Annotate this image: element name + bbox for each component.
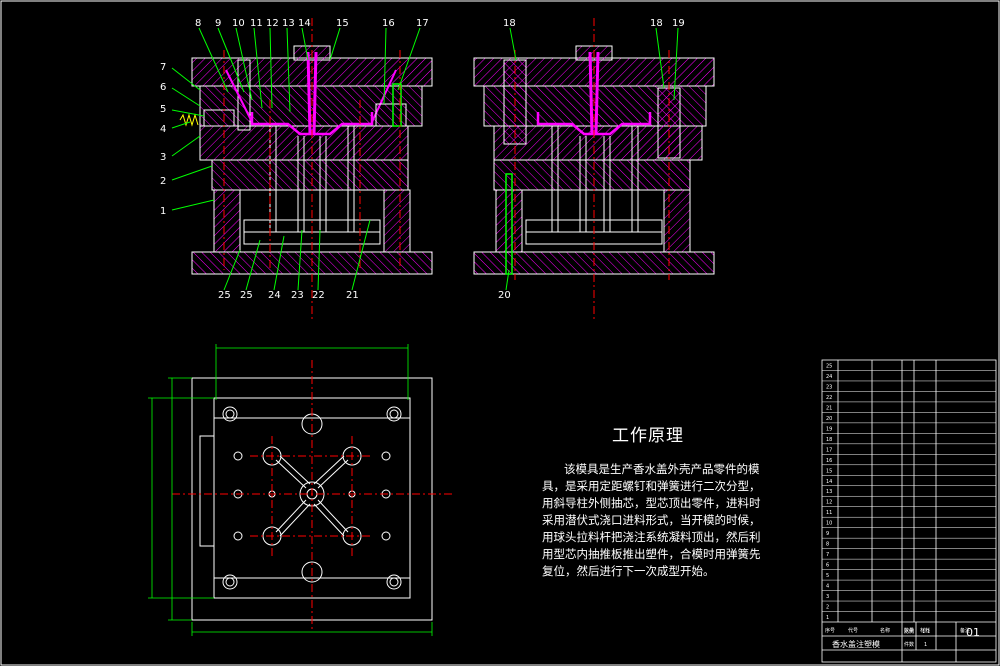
bom-row-number: 5 — [826, 573, 829, 579]
scale-value: 1:1 — [922, 629, 930, 635]
bom-row-number: 25 — [826, 363, 832, 369]
part-number: 7 — [160, 62, 166, 73]
bom-row-number: 10 — [826, 521, 832, 527]
bom-header-code: 代号 — [848, 627, 858, 634]
part-number: 1 — [160, 206, 166, 217]
scale-label: 比例 — [904, 628, 914, 635]
bom-labels: 序号 代号 名称 数量 材料 备注 香水盖注塑模 比例 1:1 件数 1 01 — [825, 626, 980, 649]
bom-row-number: 18 — [826, 437, 832, 443]
bom-row-number: 16 — [826, 458, 832, 464]
bom-row-number: 13 — [826, 489, 832, 495]
part-number: 16 — [382, 18, 395, 29]
sheet-label: 件数 — [904, 641, 914, 648]
part-number: 5 — [160, 104, 166, 115]
part-number: 2 — [160, 176, 166, 187]
sheet-value: 1 — [924, 642, 927, 648]
bom-row-number: 24 — [826, 374, 832, 380]
bom-row-number: 23 — [826, 384, 832, 390]
part-number: 9 — [215, 18, 221, 29]
part-number: 8 — [195, 18, 201, 29]
bom-table — [821, 359, 997, 663]
bom-row-number: 15 — [826, 468, 832, 474]
part-number: 23 — [291, 290, 304, 301]
part-number: 21 — [346, 290, 359, 301]
part-number: 15 — [336, 18, 349, 29]
bom-row-number: 1 — [826, 615, 829, 621]
part-number: 25 — [240, 290, 253, 301]
part-number: 6 — [160, 82, 166, 93]
part-number: 13 — [282, 18, 295, 29]
part-number: 19 — [672, 18, 685, 29]
bom-row-number: 14 — [826, 479, 832, 485]
bom-row-number: 2 — [826, 605, 829, 611]
part-number: 17 — [416, 18, 429, 29]
working-principle-text: 该模具是生产香水盖外壳产品零件的模具，是采用定距螺钉和弹簧进行二次分型，用斜导柱… — [542, 462, 761, 578]
product-name: 香水盖注塑模 — [832, 639, 880, 649]
part-number: 4 — [160, 124, 166, 135]
bom-row-number: 7 — [826, 552, 829, 558]
left-section-view — [179, 45, 433, 275]
part-number: 18 — [503, 18, 516, 29]
bom-rows: 2524232221201918171615141312111098765432… — [822, 363, 996, 621]
part-number: 11 — [250, 18, 263, 29]
bom-header-name: 名称 — [880, 627, 890, 634]
part-number: 14 — [298, 18, 311, 29]
part-number: 10 — [232, 18, 245, 29]
bom-row-number: 6 — [826, 563, 829, 569]
bom-row-number: 8 — [826, 542, 829, 548]
bom-row-number: 9 — [826, 531, 829, 537]
dimension-lines — [148, 344, 433, 636]
bom-row-number: 4 — [826, 584, 829, 590]
page-title: 工作原理 — [612, 426, 684, 446]
bom-row-number: 17 — [826, 447, 832, 453]
bom-row-number: 3 — [826, 594, 829, 600]
bom-row-number: 12 — [826, 500, 832, 506]
bom-row-number: 22 — [826, 395, 832, 401]
bom-row-number: 20 — [826, 416, 832, 422]
bom-row-number: 21 — [826, 405, 832, 411]
drawing-number: 01 — [966, 626, 980, 639]
part-number: 22 — [312, 290, 325, 301]
bom-header-no: 序号 — [825, 627, 835, 634]
bom-row-number: 11 — [826, 510, 832, 516]
part-number: 18 — [650, 18, 663, 29]
bom-row-number: 19 — [826, 426, 832, 432]
cad-drawing: 8 9 10 11 12 13 14 15 16 17 7 6 5 4 3 2 … — [0, 0, 1000, 666]
part-number: 12 — [266, 18, 279, 29]
part-number: 24 — [268, 290, 281, 301]
part-number: 3 — [160, 152, 166, 163]
part-number: 20 — [498, 290, 511, 301]
part-number: 25 — [218, 290, 231, 301]
right-section-view — [473, 45, 715, 275]
